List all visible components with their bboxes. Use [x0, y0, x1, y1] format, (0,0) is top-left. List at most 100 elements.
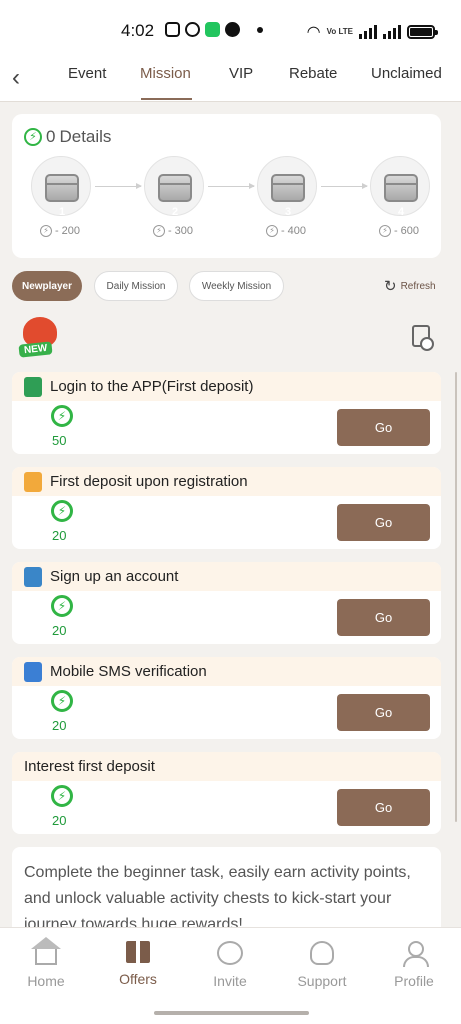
tab-unclaimed[interactable]: Unclaimed — [371, 65, 442, 82]
mission-header: Mobile SMS verification — [12, 657, 441, 686]
activity-details-card: ⚡ 0 Details 1 2 3 4 ⚡ -200 ⚡ -300 ⚡ -400 ⚡ -… — [12, 114, 441, 258]
chest-icon: 4 — [384, 174, 418, 218]
system-icons: ◠ Vo LTE — [306, 22, 438, 42]
headset-icon — [310, 941, 334, 965]
details-header: ⚡ 0 Details — [24, 127, 111, 147]
volte-icon: Vo LTE — [326, 27, 353, 36]
bottom-nav: Home Offers Invite Support Profile — [0, 927, 461, 1024]
new-player-badge: NEW — [17, 317, 65, 359]
nav-offers[interactable]: Offers — [103, 941, 173, 987]
nav-invite-label: Invite — [213, 973, 247, 989]
mission-header: Login to the APP(First deposit) — [12, 372, 441, 401]
nav-invite[interactable]: Invite — [195, 941, 265, 989]
chest-2[interactable]: 2 — [144, 156, 204, 218]
mission-points: 50 — [52, 433, 67, 448]
refresh-icon: ↻ — [384, 278, 397, 295]
refresh-button[interactable]: ↻ Refresh — [384, 277, 436, 295]
go-button[interactable]: Go — [337, 694, 430, 731]
phone-login-icon — [24, 376, 42, 397]
points-icon: ⚡ — [379, 225, 391, 237]
activity-bolt-icon: ⚡ — [51, 785, 73, 807]
invite-icon — [217, 941, 243, 965]
mission-points: 20 — [52, 528, 67, 543]
chest-1-points: ⚡ -200 — [40, 225, 80, 237]
chest-3[interactable]: 3 — [257, 156, 317, 218]
app-notification-icon — [205, 22, 220, 37]
signal-icon — [359, 25, 377, 39]
back-icon[interactable]: ‹ — [12, 64, 20, 92]
mission-title: Login to the APP(First deposit) — [50, 378, 254, 395]
filter-daily-mission[interactable]: Daily Mission — [94, 271, 178, 301]
go-button[interactable]: Go — [337, 409, 430, 446]
wifi-icon: ◠ — [306, 24, 321, 41]
home-icon — [31, 937, 61, 965]
home-indicator[interactable] — [154, 1011, 309, 1015]
nav-support[interactable]: Support — [287, 941, 357, 989]
chest-4-points: ⚡ -600 — [379, 225, 419, 237]
tab-mission[interactable]: Mission — [140, 65, 191, 82]
mobile-icon — [24, 661, 42, 682]
chest-4[interactable]: 4 — [370, 156, 430, 218]
chest-1[interactable]: 1 — [31, 156, 91, 218]
nav-support-label: Support — [297, 973, 347, 989]
profile-icon — [402, 941, 429, 967]
wallet-icon — [24, 471, 42, 492]
points-icon: ⚡ — [153, 225, 165, 237]
whatsapp-icon — [185, 22, 200, 37]
details-title[interactable]: Details — [59, 127, 111, 147]
activity-bolt-icon: ⚡ — [51, 500, 73, 522]
activity-bolt-icon: ⚡ — [51, 595, 73, 617]
mission-card: Mobile SMS verification ⚡ 20 Go — [12, 657, 441, 739]
chest-icon: 1 — [45, 174, 79, 218]
reward-icon: ⚡ — [51, 500, 73, 522]
mission-rules-icon[interactable] — [412, 325, 434, 351]
instagram-icon — [165, 22, 180, 37]
tab-vip[interactable]: VIP — [229, 65, 253, 82]
nav-offers-label: Offers — [119, 971, 157, 987]
chest-arrow — [321, 183, 368, 189]
mission-points: 20 — [52, 623, 67, 638]
tab-rebate[interactable]: Rebate — [289, 65, 337, 82]
reward-icon: ⚡ — [51, 785, 73, 807]
nav-home-label: Home — [27, 973, 65, 989]
clipboard-icon — [24, 566, 42, 587]
activity-points-icon: ⚡ — [24, 128, 42, 146]
tab-event[interactable]: Event — [68, 65, 106, 82]
mission-title: Mobile SMS verification — [50, 663, 207, 680]
filter-newplayer[interactable]: Newplayer — [12, 271, 82, 301]
chest-arrow — [208, 183, 255, 189]
nav-home[interactable]: Home — [11, 937, 81, 989]
mission-card: First deposit upon registration ⚡ 20 Go — [12, 467, 441, 549]
chest-2-points: ⚡ -300 — [153, 225, 193, 237]
activity-points-value: 0 — [46, 127, 56, 146]
nav-profile-label: Profile — [394, 973, 434, 989]
go-button[interactable]: Go — [337, 789, 430, 826]
scrollbar[interactable] — [455, 372, 457, 822]
top-tab-bar: ‹ Event Mission VIP Rebate Unclaimed — [0, 58, 461, 102]
filter-weekly-mission[interactable]: Weekly Mission — [189, 271, 284, 301]
signal-2-icon — [383, 25, 401, 39]
points-icon: ⚡ — [266, 225, 278, 237]
battery-icon — [407, 25, 438, 39]
chest-icon: 3 — [271, 174, 305, 218]
mission-points: 20 — [52, 813, 67, 828]
mission-points: 20 — [52, 718, 67, 733]
more-notifications-dot-icon — [257, 26, 263, 33]
gift-icon — [126, 941, 150, 963]
nav-profile[interactable]: Profile — [379, 941, 449, 989]
mission-card: Sign up an account ⚡ 20 Go — [12, 562, 441, 644]
active-tab-indicator — [141, 98, 192, 100]
mission-card: Interest first deposit ⚡ 20 Go — [12, 752, 441, 834]
status-bar: 4:02 ◠ Vo LTE — [0, 0, 461, 58]
mission-card: Login to the APP(First deposit) ⚡ 50 Go — [12, 372, 441, 454]
mission-title: Interest first deposit — [24, 758, 155, 775]
activity-bolt-icon: ⚡ — [51, 690, 73, 712]
mission-title: First deposit upon registration — [50, 473, 248, 490]
reward-icon: ⚡ — [51, 690, 73, 712]
facebook-icon — [225, 22, 240, 37]
reward-icon: ⚡ — [51, 595, 73, 617]
new-label: NEW — [18, 341, 53, 358]
go-button[interactable]: Go — [337, 504, 430, 541]
mission-header: First deposit upon registration — [12, 467, 441, 496]
go-button[interactable]: Go — [337, 599, 430, 636]
